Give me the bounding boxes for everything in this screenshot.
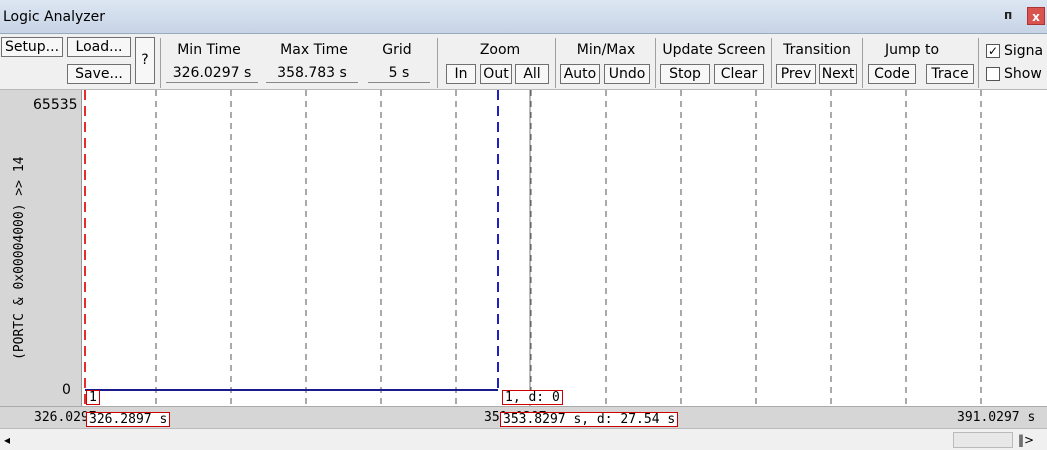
min-time-label: Min Time: [177, 42, 241, 58]
waveform-svg: [84, 90, 982, 406]
undo-button[interactable]: Undo: [604, 64, 650, 84]
window-title: Logic Analyzer: [3, 9, 105, 25]
clear-button[interactable]: Clear: [714, 64, 764, 84]
load-button[interactable]: Load...: [67, 37, 131, 57]
window-titlebar: Logic Analyzer ᴨ x: [0, 0, 1047, 34]
max-time-label: Max Time: [280, 42, 348, 58]
zoom-out-button[interactable]: Out: [480, 64, 512, 84]
toolbar-divider: [978, 38, 979, 88]
minmax-label: Min/Max: [576, 42, 636, 58]
toolbar-divider: [437, 38, 438, 88]
zoom-in-button[interactable]: In: [446, 64, 476, 84]
toolbar-divider: [655, 38, 656, 88]
toolbar: Setup... Load... Save... ? Min Time 326.…: [0, 34, 1047, 90]
close-icon[interactable]: x: [1027, 7, 1045, 25]
grid-value: 5 s: [368, 63, 430, 83]
y-max-label: 65535: [33, 97, 78, 113]
trace-button[interactable]: Trace: [926, 64, 974, 84]
scroll-right-icon[interactable]: ‖>: [1018, 433, 1034, 447]
zoom-label: Zoom: [479, 42, 521, 58]
x-end-label: 391.0297 s: [957, 410, 1036, 425]
show-checkbox[interactable]: [986, 67, 1000, 81]
jump-to-label: Jump to: [884, 42, 940, 58]
scrollbar-thumb[interactable]: [953, 432, 1013, 448]
max-time-value: 358.783 s: [266, 63, 358, 83]
pin-icon[interactable]: ᴨ: [1004, 8, 1018, 24]
toolbar-divider: [555, 38, 556, 88]
stop-button[interactable]: Stop: [660, 64, 710, 84]
right-cursor-time: 353.8297 s, d: 27.54 s: [500, 412, 679, 427]
left-cursor-time: 326.2897 s: [86, 412, 171, 427]
left-cursor-value: 1: [86, 390, 100, 405]
grid-label: Grid: [382, 42, 412, 58]
toolbar-divider: [771, 38, 772, 88]
y-min-label: 0: [62, 382, 71, 398]
waveform-plot[interactable]: [82, 90, 1047, 406]
update-screen-label: Update Screen: [662, 42, 766, 58]
setup-button[interactable]: Setup...: [1, 37, 63, 57]
toolbar-divider: [160, 38, 161, 88]
min-time-value: 326.0297 s: [166, 63, 258, 83]
code-button[interactable]: Code: [868, 64, 916, 84]
toolbar-divider: [862, 38, 863, 88]
auto-button[interactable]: Auto: [560, 64, 600, 84]
transition-label: Transition: [783, 42, 851, 58]
help-button[interactable]: ?: [135, 37, 155, 84]
next-button[interactable]: Next: [819, 64, 857, 84]
show-label: Show: [1004, 66, 1042, 82]
zoom-all-button[interactable]: All: [515, 64, 549, 84]
prev-button[interactable]: Prev: [776, 64, 816, 84]
right-cursor-value: 1, d: 0: [502, 390, 563, 405]
signal-expression-label: (PORTC & 0x00004000) >> 14: [12, 156, 27, 361]
save-button[interactable]: Save...: [67, 64, 131, 84]
grid-lines: [155, 90, 982, 406]
scroll-left-icon[interactable]: ◂: [4, 433, 10, 447]
signal-info-checkbox[interactable]: ✓: [986, 44, 1000, 58]
signal-info-label: Signa: [1004, 43, 1044, 59]
horizontal-scrollbar[interactable]: ◂ ‖>: [0, 428, 1047, 450]
